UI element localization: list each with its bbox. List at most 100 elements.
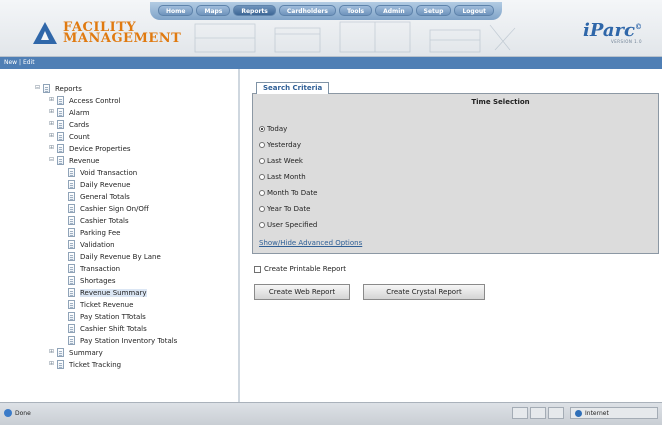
expand-icon[interactable]: ⊞ xyxy=(48,361,55,368)
document-icon xyxy=(57,144,64,153)
document-icon xyxy=(57,96,64,105)
new-link[interactable]: New xyxy=(4,59,17,66)
status-pane xyxy=(530,407,546,419)
tree-item-revenue[interactable]: ⊟ Revenue xyxy=(48,155,100,166)
expand-icon[interactable]: ⊞ xyxy=(48,145,55,152)
collapse-icon[interactable]: ⊟ xyxy=(48,157,55,164)
action-toolbar: New | Edit xyxy=(0,57,662,69)
expand-icon[interactable]: ⊞ xyxy=(48,133,55,140)
nav-logout-button[interactable]: Logout xyxy=(454,5,494,16)
printable-report-checkbox[interactable] xyxy=(254,265,261,273)
radio-label: Yesterday xyxy=(267,141,301,149)
tree-item-ticket-revenue[interactable]: Ticket Revenue xyxy=(68,299,133,310)
logo-text: FACILITY MANAGEMENT xyxy=(63,21,182,46)
radio-button-icon[interactable] xyxy=(259,222,265,228)
printable-report-label: Create Printable Report xyxy=(264,265,347,273)
expand-icon[interactable]: ⊞ xyxy=(48,97,55,104)
folder-doc-icon xyxy=(43,84,50,93)
create-web-report-button[interactable]: Create Web Report xyxy=(254,284,350,300)
radio-year-to-date[interactable]: Year To Date xyxy=(259,204,310,214)
tree-item-count[interactable]: ⊞ Count xyxy=(48,131,90,142)
tree-label: Daily Revenue xyxy=(80,180,131,189)
status-pane xyxy=(548,407,564,419)
radio-label: Month To Date xyxy=(267,189,318,197)
tree-item-ticket-tracking[interactable]: ⊞ Ticket Tracking xyxy=(48,359,121,370)
document-icon xyxy=(68,216,75,225)
tree-item-cashier-totals[interactable]: Cashier Totals xyxy=(68,215,129,226)
radio-user-specified[interactable]: User Specified xyxy=(259,220,317,230)
document-icon xyxy=(68,168,75,177)
nav-setup-button[interactable]: Setup xyxy=(415,5,452,16)
tab-search-criteria[interactable]: Search Criteria xyxy=(256,82,330,94)
tree-item-cashier-shift-totals[interactable]: Cashier Shift Totals xyxy=(68,323,147,334)
tree-item-cards[interactable]: ⊞ Cards xyxy=(48,119,89,130)
tree-item-transaction[interactable]: Transaction xyxy=(68,263,120,274)
tree-item-daily-revenue-by-lane[interactable]: Daily Revenue By Lane xyxy=(68,251,161,262)
create-crystal-report-button[interactable]: Create Crystal Report xyxy=(363,284,485,300)
tree-item-access-control[interactable]: ⊞ Access Control xyxy=(48,95,121,106)
radio-yesterday[interactable]: Yesterday xyxy=(259,140,301,150)
tree-item-parking-fee[interactable]: Parking Fee xyxy=(68,227,120,238)
document-icon xyxy=(57,348,64,357)
radio-button-icon[interactable] xyxy=(259,126,265,132)
logo-line-2: MANAGEMENT xyxy=(63,31,182,46)
radio-button-icon[interactable] xyxy=(259,190,265,196)
zone-label: Internet xyxy=(585,409,609,417)
tree-item-summary[interactable]: ⊞ Summary xyxy=(48,347,103,358)
tree-label: Alarm xyxy=(69,108,90,117)
radio-month-to-date[interactable]: Month To Date xyxy=(259,188,318,198)
logo-triangle-icon xyxy=(33,22,57,44)
tree-label: Cashier Shift Totals xyxy=(80,324,147,333)
document-icon xyxy=(68,240,75,249)
tree-item-void-transaction[interactable]: Void Transaction xyxy=(68,167,137,178)
nav-home-button[interactable]: Home xyxy=(158,5,194,16)
reports-tree-panel: ⊟ Reports ⊞ Access Control ⊞ Alarm ⊞ Cards ⊞… xyxy=(0,69,240,402)
edit-link[interactable]: Edit xyxy=(23,59,35,66)
tree-item-validation[interactable]: Validation xyxy=(68,239,115,250)
nav-reports-button[interactable]: Reports xyxy=(233,5,276,16)
tree-item-general-totals[interactable]: General Totals xyxy=(68,191,130,202)
printable-report-option[interactable]: Create Printable Report xyxy=(254,265,346,273)
radio-today[interactable]: Today xyxy=(259,124,287,134)
tree-item-pay-station-ttotals[interactable]: Pay Station TTotals xyxy=(68,311,146,322)
nav-cardholders-button[interactable]: Cardholders xyxy=(278,5,336,16)
main-nav: Home Maps Reports Cardholders Tools Admi… xyxy=(150,2,502,20)
radio-label: Last Week xyxy=(267,157,303,165)
tree-label: Ticket Revenue xyxy=(80,300,134,309)
expand-icon[interactable]: ⊞ xyxy=(48,121,55,128)
radio-last-week[interactable]: Last Week xyxy=(259,156,303,166)
tree-root-reports[interactable]: ⊟ Reports xyxy=(34,83,82,94)
nav-tools-button[interactable]: Tools xyxy=(338,5,373,16)
tree-item-alarm[interactable]: ⊞ Alarm xyxy=(48,107,90,118)
radio-button-icon[interactable] xyxy=(259,174,265,180)
security-zone: Internet xyxy=(570,407,658,419)
expand-icon[interactable]: ⊞ xyxy=(48,349,55,356)
tree-label: Transaction xyxy=(80,264,121,273)
tree-label: Pay Station Inventory Totals xyxy=(80,336,178,345)
nav-admin-button[interactable]: Admin xyxy=(375,5,413,16)
tree-item-revenue-summary[interactable]: Revenue Summary xyxy=(68,287,147,298)
advanced-options-link[interactable]: Show/Hide Advanced Options xyxy=(259,239,362,247)
document-icon xyxy=(68,276,75,285)
document-icon xyxy=(68,336,75,345)
nav-maps-button[interactable]: Maps xyxy=(196,5,231,16)
brand-name: iParc© xyxy=(583,20,642,41)
tree-label: Device Properties xyxy=(69,144,131,153)
radio-label: Year To Date xyxy=(267,205,311,213)
tree-item-cashier-sign-on-off[interactable]: Cashier Sign On/Off xyxy=(68,203,149,214)
radio-button-icon[interactable] xyxy=(259,206,265,212)
globe-icon xyxy=(575,409,582,417)
expand-icon[interactable]: ⊞ xyxy=(48,109,55,116)
tree-item-pay-station-inventory-totals[interactable]: Pay Station Inventory Totals xyxy=(68,335,177,346)
document-icon xyxy=(68,324,75,333)
app-header: Home Maps Reports Cardholders Tools Admi… xyxy=(0,0,662,57)
radio-button-icon[interactable] xyxy=(259,142,265,148)
radio-button-icon[interactable] xyxy=(259,158,265,164)
radio-last-month[interactable]: Last Month xyxy=(259,172,306,182)
tree-item-shortages[interactable]: Shortages xyxy=(68,275,115,286)
tree-item-device-properties[interactable]: ⊞ Device Properties xyxy=(48,143,131,154)
page-icon xyxy=(4,409,12,417)
tree-item-daily-revenue[interactable]: Daily Revenue xyxy=(68,179,130,190)
tree-label: Pay Station TTotals xyxy=(80,312,146,321)
collapse-icon[interactable]: ⊟ xyxy=(34,85,41,92)
